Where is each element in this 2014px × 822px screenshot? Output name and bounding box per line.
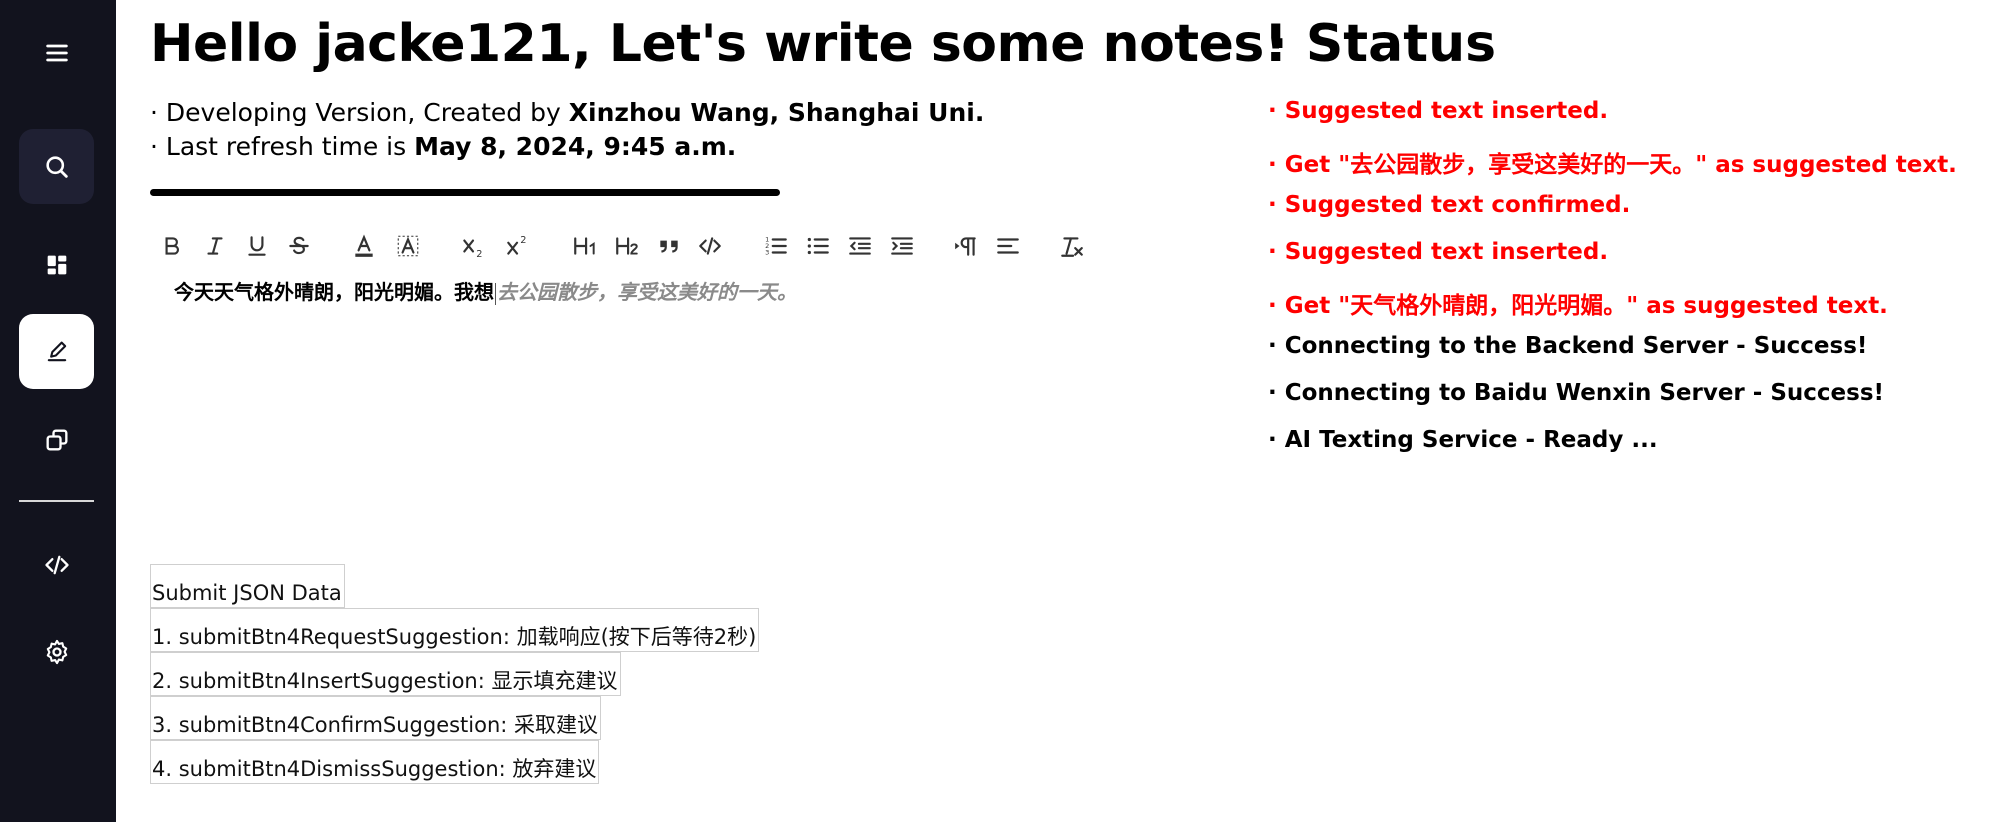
underline-icon: [248, 236, 266, 256]
bold-button[interactable]: [159, 224, 185, 268]
subscript-button[interactable]: 2: [458, 224, 488, 268]
superscript-button[interactable]: 2: [502, 224, 532, 268]
svg-text:2: 2: [476, 249, 482, 259]
italic-button[interactable]: [202, 224, 228, 268]
blockquote-button[interactable]: [656, 224, 682, 268]
sidebar-divider: [19, 500, 94, 502]
heading-1-icon: [574, 237, 595, 255]
insert-suggestion-button[interactable]: 2. submitBtn4InsertSuggestion: 显示填充建议: [150, 652, 621, 696]
ordered-list-button[interactable]: 123: [762, 224, 790, 268]
request-suggestion-button[interactable]: 1. submitBtn4RequestSuggestion: 加载响应(按下后…: [150, 608, 760, 652]
dashboard-button[interactable]: [19, 227, 94, 302]
copy-button[interactable]: [19, 402, 94, 477]
pilcrow-icon: [955, 237, 976, 256]
status-line: · Suggested text inserted.: [1268, 98, 1609, 124]
underline-button[interactable]: [244, 224, 270, 268]
divider: [150, 189, 780, 196]
gear-icon: [46, 639, 67, 664]
dashboard-icon: [47, 255, 66, 274]
strikethrough-button[interactable]: [286, 224, 312, 268]
text-editor[interactable]: 今天天气格外晴朗，阳光明媚。我想 去公园散步，享受这美好的一天。: [150, 272, 1130, 562]
status-line: · Connecting to Baidu Wenxin Server - Su…: [1268, 380, 1885, 406]
status-line: · Suggested text confirmed.: [1268, 192, 1631, 218]
confirm-suggestion-button[interactable]: 3. submitBtn4ConfirmSuggestion: 采取建议: [150, 696, 602, 740]
font-color-button[interactable]: [350, 224, 378, 268]
pencil-icon: [47, 341, 66, 361]
bullet-list-button[interactable]: [804, 224, 832, 268]
clear-format-button[interactable]: [1058, 224, 1086, 268]
strikethrough-icon: [289, 236, 309, 255]
heading-2-icon: [616, 237, 638, 255]
heading-1-button[interactable]: [570, 224, 600, 268]
version-info-text: · Developing Version, Created by: [150, 98, 569, 127]
status-line: · AI Texting Service - Ready ...: [1268, 427, 1658, 453]
refresh-info: · Last refresh time is May 8, 2024, 9:45…: [150, 132, 736, 161]
main-content: Hello jacke121, Let's write some notes! …: [150, 0, 1288, 822]
clear-format-icon: [1061, 237, 1083, 257]
svg-text:2: 2: [520, 235, 526, 246]
svg-text:3: 3: [765, 249, 769, 257]
edit-button[interactable]: [19, 314, 94, 389]
page-title: Hello jacke121, Let's write some notes!: [150, 14, 1288, 74]
suggested-text: 去公园散步，享受这美好的一天。: [497, 280, 797, 304]
highlight-button[interactable]: [394, 224, 422, 268]
bullet-list-icon: [807, 237, 829, 255]
align-button[interactable]: [994, 224, 1022, 268]
refresh-info-text: · Last refresh time is: [150, 132, 415, 161]
heading-2-button[interactable]: [612, 224, 642, 268]
font-color-icon: [355, 234, 373, 257]
code-icon: [44, 555, 69, 574]
submit-json-button[interactable]: Submit JSON Data: [150, 564, 345, 608]
author-name: Xinzhou Wang, Shanghai Uni.: [568, 98, 985, 127]
menu-icon: [45, 44, 68, 61]
status-title: · Status: [1268, 14, 1497, 74]
outdent-icon: [849, 237, 871, 255]
refresh-time: May 8, 2024, 9:45 a.m.: [414, 132, 737, 161]
highlight-icon: [397, 235, 419, 257]
status-line: · Get "去公园散步，享受这美好的一天。" as suggested tex…: [1268, 152, 1957, 178]
status-line: · Get "天气格外晴朗，阳光明媚。" as suggested text.: [1268, 293, 1888, 319]
dismiss-suggestion-button[interactable]: 4. submitBtn4DismissSuggestion: 放弃建议: [150, 740, 600, 784]
editor-toolbar: 2 2 123: [150, 224, 1110, 268]
sidebar: [0, 0, 116, 822]
menu-button[interactable]: [19, 15, 94, 90]
code-icon: [699, 237, 721, 255]
editor-content[interactable]: 今天天气格外晴朗，阳光明媚。我想 去公园散步，享受这美好的一天。: [174, 276, 797, 305]
text-caret: [495, 282, 496, 305]
indent-button[interactable]: [888, 224, 916, 268]
indent-icon: [891, 237, 913, 255]
settings-button[interactable]: [19, 614, 94, 689]
subscript-icon: 2: [463, 239, 482, 259]
search-icon: [45, 155, 68, 178]
superscript-icon: 2: [507, 235, 526, 255]
status-line: · Connecting to the Backend Server - Suc…: [1268, 333, 1868, 359]
version-info: · Developing Version, Created by Xinzhou…: [150, 98, 984, 127]
align-left-icon: [997, 238, 1019, 254]
text-direction-button[interactable]: [952, 224, 980, 268]
editor-text: 今天天气格外晴朗，阳光明媚。我想: [174, 280, 494, 304]
italic-icon: [207, 237, 223, 255]
code-block-button[interactable]: [696, 224, 724, 268]
bold-icon: [165, 237, 180, 255]
quote-icon: [660, 240, 678, 253]
code-button[interactable]: [19, 527, 94, 602]
outdent-button[interactable]: [846, 224, 874, 268]
status-line: · Suggested text inserted.: [1268, 239, 1609, 265]
search-button[interactable]: [19, 129, 94, 204]
copy-icon: [46, 429, 67, 450]
ordered-list-icon: 123: [765, 236, 787, 257]
status-panel: · Status · Suggested text inserted. · Ge…: [1268, 0, 2008, 822]
